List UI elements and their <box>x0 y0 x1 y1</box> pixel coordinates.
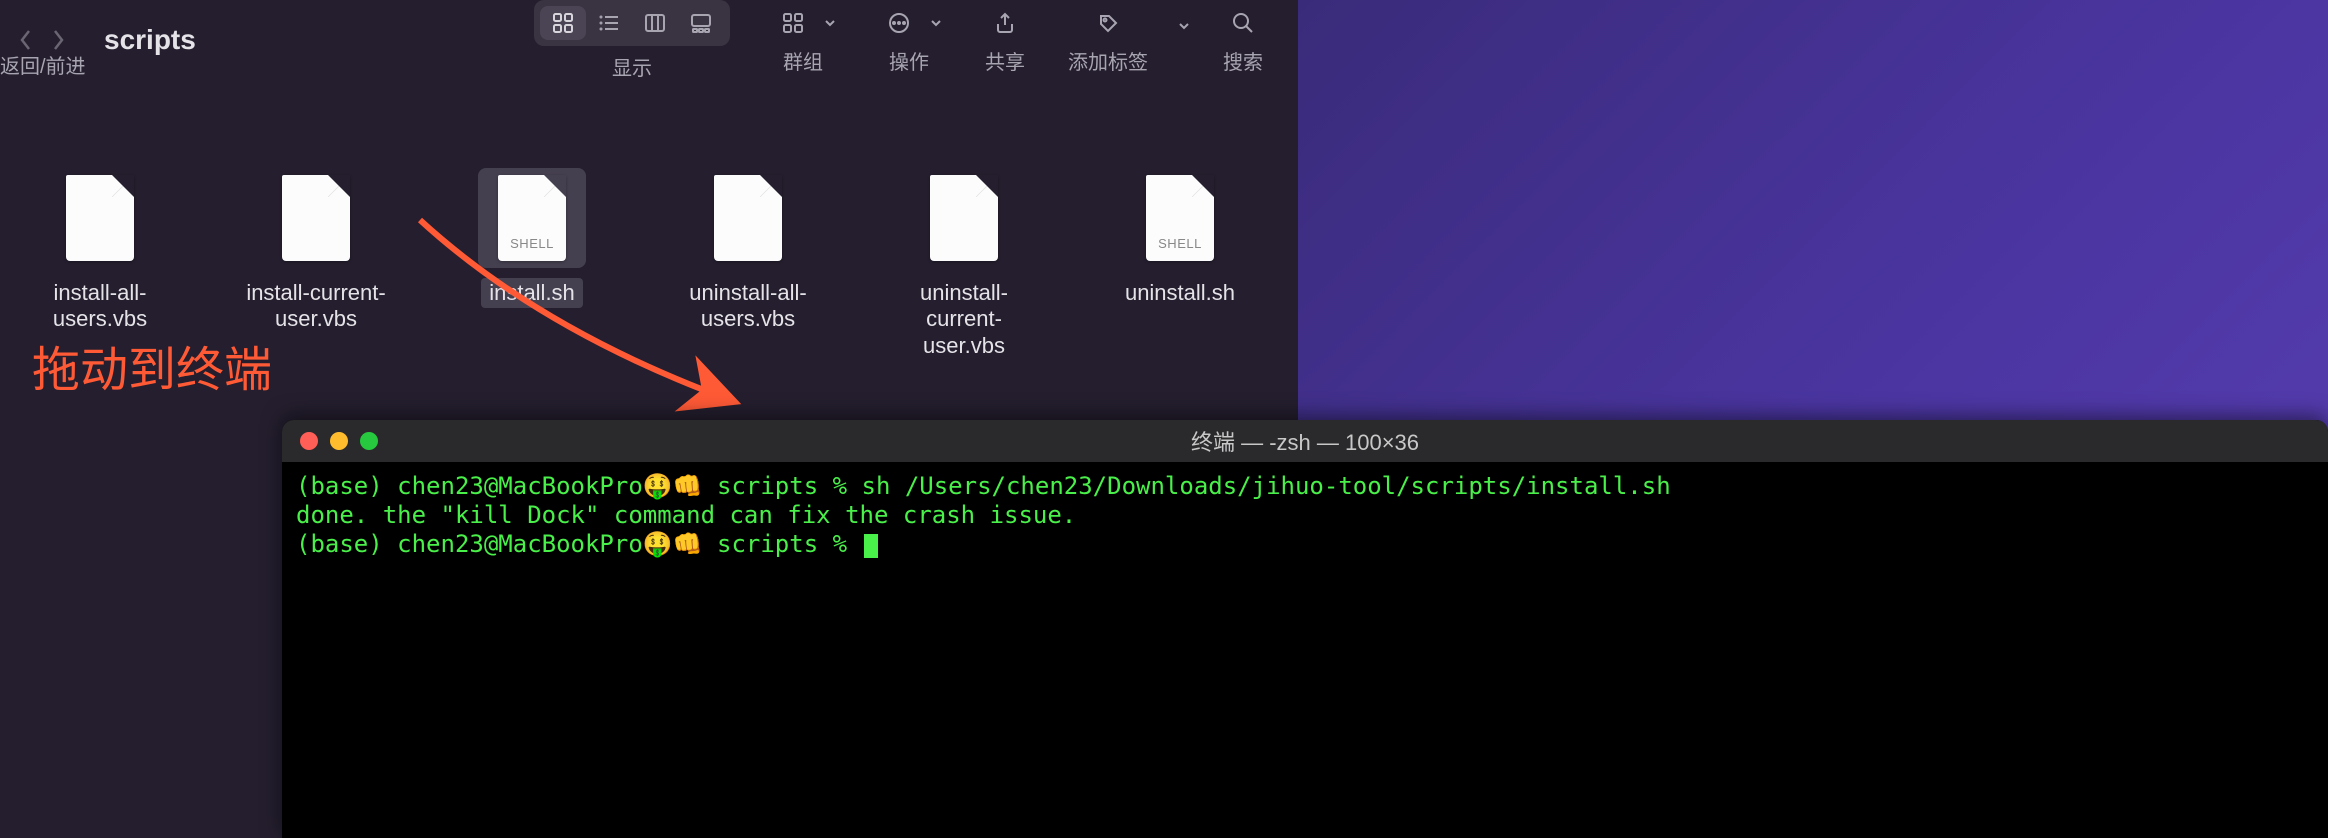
group-label: 群组 <box>783 46 823 75</box>
terminal-window: 终端 — -zsh — 100×36 (base) chen23@MacBook… <box>282 420 2328 838</box>
file-name: uninstall.sh <box>1117 278 1243 308</box>
share-button[interactable] <box>982 6 1028 40</box>
folder-title: scripts <box>104 24 196 56</box>
chevron-down-icon[interactable] <box>824 17 836 29</box>
nav-sublabel: 返回/前进 <box>0 50 86 79</box>
icon-view-button[interactable] <box>540 6 586 40</box>
file-name: install-current-user.vbs <box>236 278 396 335</box>
file-name: install-all-users.vbs <box>20 278 180 335</box>
file-name: uninstall-all-users.vbs <box>668 278 828 335</box>
file-icon: SHELL <box>478 168 586 268</box>
group-section: 群组 <box>770 6 836 75</box>
file-icon <box>46 168 154 268</box>
tags-section: 添加标签 <box>1068 6 1148 75</box>
chevron-down-icon[interactable] <box>1178 20 1190 32</box>
share-label: 共享 <box>985 46 1025 75</box>
search-section: 搜索 <box>1220 6 1266 75</box>
tags-button[interactable] <box>1085 6 1131 40</box>
file-item[interactable]: uninstall-current-user.vbs <box>884 168 1044 361</box>
zoom-button[interactable] <box>360 432 378 450</box>
file-name: install.sh <box>481 278 583 308</box>
file-item[interactable]: uninstall-all-users.vbs <box>668 168 828 361</box>
finder-toolbar: 返回/前进 scripts 显示 <box>0 0 1298 80</box>
action-button[interactable] <box>876 6 922 40</box>
file-item[interactable]: SHELL uninstall.sh <box>1100 168 1260 361</box>
terminal-line: (base) chen23@MacBookPro🤑👊 scripts % sh … <box>296 472 2314 501</box>
view-mode-group <box>534 0 730 46</box>
file-item[interactable]: SHELL install.sh <box>452 168 612 361</box>
action-section: 操作 <box>876 6 942 75</box>
gallery-view-button[interactable] <box>678 6 724 40</box>
terminal-cursor <box>864 534 878 558</box>
file-grid: install-all-users.vbs install-current-use… <box>0 80 1298 361</box>
share-section: 共享 <box>982 6 1028 75</box>
terminal-body[interactable]: (base) chen23@MacBookPro🤑👊 scripts % sh … <box>282 462 2328 568</box>
terminal-titlebar[interactable]: 终端 — -zsh — 100×36 <box>282 420 2328 462</box>
file-badge: SHELL <box>1146 236 1214 251</box>
file-icon <box>910 168 1018 268</box>
traffic-lights <box>300 432 378 450</box>
more-section <box>1178 9 1190 72</box>
file-icon: SHELL <box>1126 168 1234 268</box>
terminal-line: (base) chen23@MacBookPro🤑👊 scripts % <box>296 530 2314 559</box>
file-icon <box>262 168 370 268</box>
search-label: 搜索 <box>1223 46 1263 75</box>
file-name: uninstall-current-user.vbs <box>884 278 1044 361</box>
chevron-down-icon[interactable] <box>930 17 942 29</box>
search-button[interactable] <box>1220 6 1266 40</box>
terminal-title: 终端 — -zsh — 100×36 <box>1191 425 1419 457</box>
close-button[interactable] <box>300 432 318 450</box>
minimize-button[interactable] <box>330 432 348 450</box>
column-view-button[interactable] <box>632 6 678 40</box>
group-button[interactable] <box>770 6 816 40</box>
annotation-text: 拖动到终端 <box>32 330 272 400</box>
list-view-button[interactable] <box>586 6 632 40</box>
file-badge: SHELL <box>498 236 566 251</box>
tags-label: 添加标签 <box>1068 46 1148 75</box>
action-label: 操作 <box>889 46 929 75</box>
view-section: 显示 <box>534 0 730 81</box>
file-icon <box>694 168 802 268</box>
terminal-line: done. the "kill Dock" command can fix th… <box>296 501 2314 530</box>
view-label: 显示 <box>612 52 652 81</box>
